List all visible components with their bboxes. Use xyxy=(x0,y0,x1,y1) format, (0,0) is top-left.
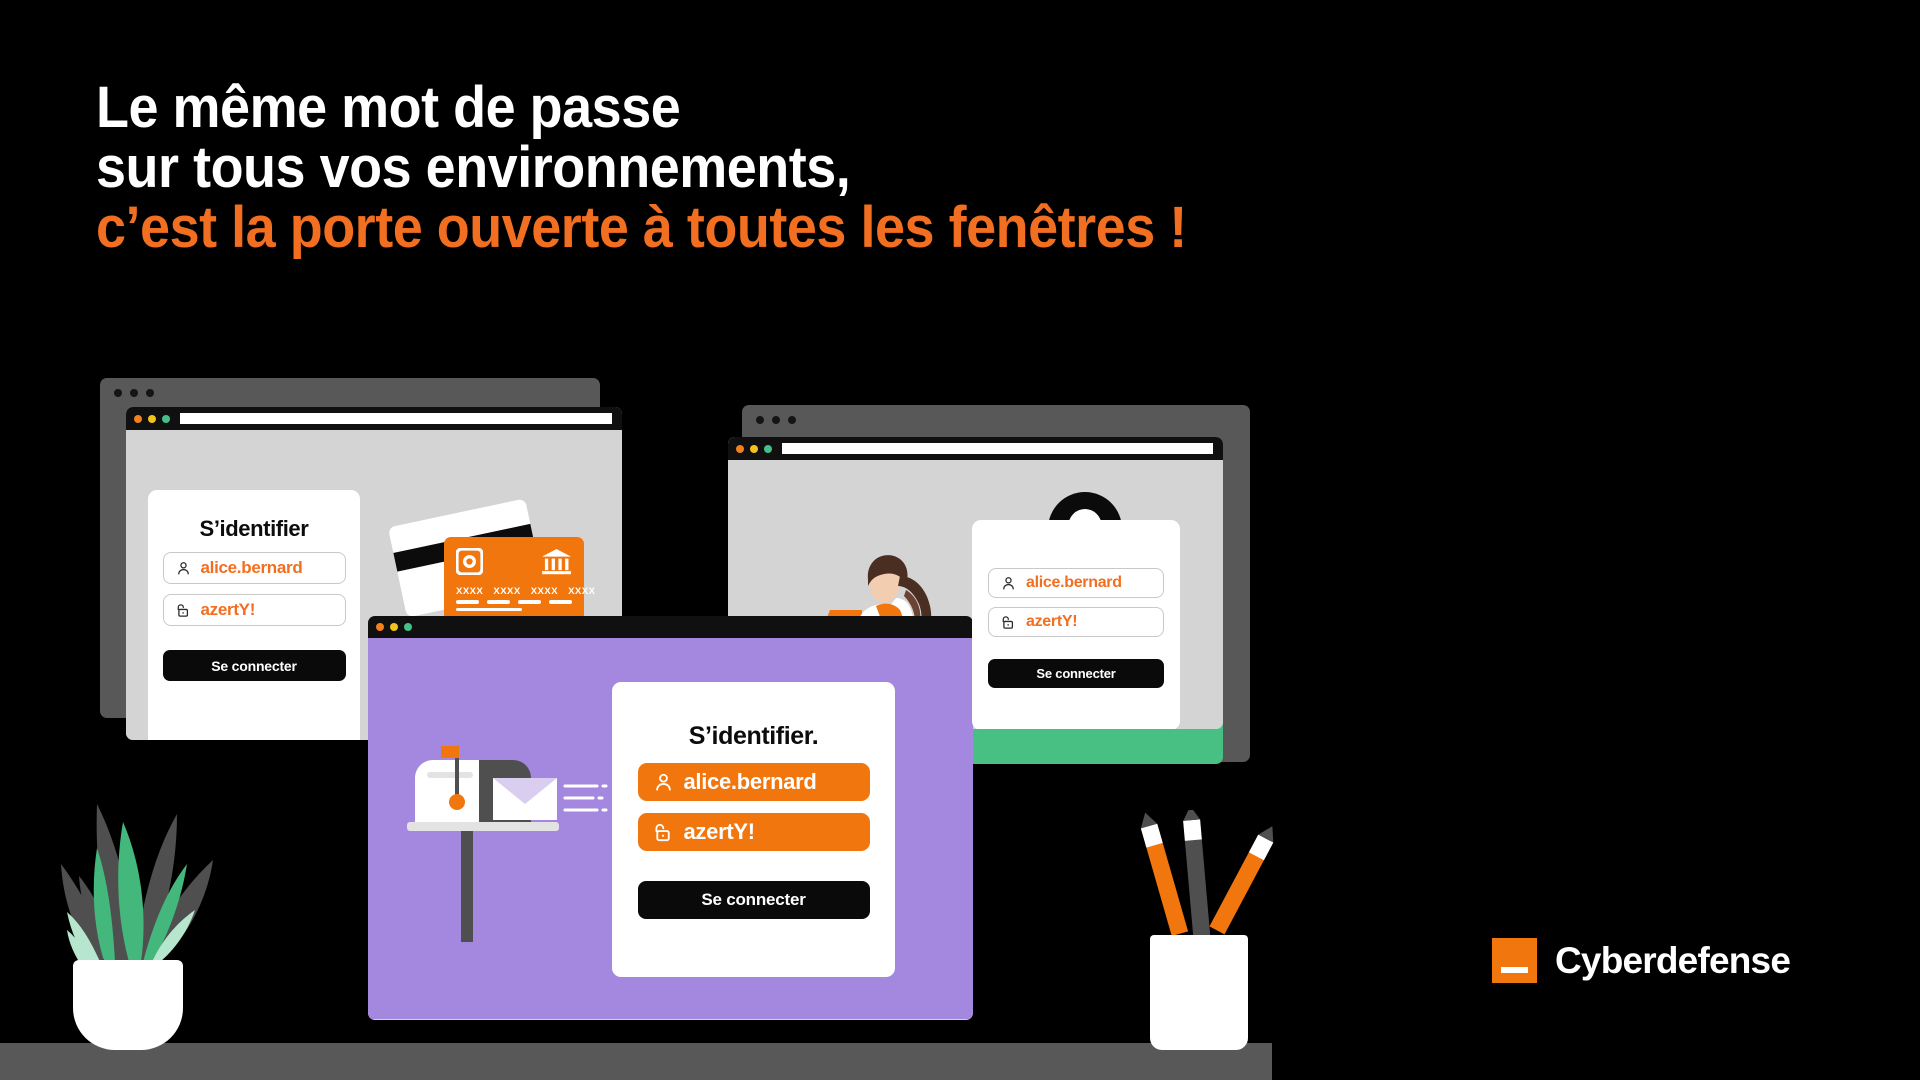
password-field-corporate[interactable]: azertY! xyxy=(988,607,1164,637)
credit-card-orange: XXXX XXXX XXXX XXXX xyxy=(444,537,595,625)
submit-button-mail[interactable]: Se connecter xyxy=(637,881,870,919)
window-mail-content: S’identifier. alice.bernard azertY! Se c… xyxy=(368,638,973,1019)
traffic-light-maximize-icon[interactable] xyxy=(404,623,412,631)
address-bar[interactable] xyxy=(782,443,1213,454)
orange-square-mark-icon xyxy=(1492,938,1537,983)
plant-pot xyxy=(73,960,183,1050)
page-title: Le même mot de passe sur tous vos enviro… xyxy=(96,78,1396,258)
mailbox-icon xyxy=(407,746,608,942)
pencil-cup xyxy=(1112,806,1302,1050)
card-number-group: XXXX xyxy=(568,586,596,597)
open-padlock-icon xyxy=(1002,615,1014,629)
chip-icon xyxy=(456,548,483,575)
traffic-light-close-icon[interactable] xyxy=(736,444,744,453)
username-field-corporate[interactable]: alice.bernard xyxy=(988,568,1164,598)
user-icon xyxy=(177,561,189,574)
window-mail-titlebar xyxy=(368,616,973,638)
window-dots-icon xyxy=(114,389,154,397)
bank-icon xyxy=(542,548,571,575)
login-title-bank: S’identifier xyxy=(199,516,309,541)
password-field-bank[interactable]: azertY! xyxy=(162,594,346,626)
user-icon xyxy=(1003,576,1014,589)
password-field-mail[interactable]: azertY! xyxy=(637,813,870,851)
login-title-mail: S’identifier. xyxy=(688,722,819,750)
login-card-mail: S’identifier. alice.bernard azertY! Se c… xyxy=(612,682,895,977)
potted-plant xyxy=(45,760,245,1050)
username-value-mail: alice.bernard xyxy=(683,769,817,794)
traffic-light-minimize-icon[interactable] xyxy=(148,414,156,423)
traffic-light-close-icon[interactable] xyxy=(376,623,384,631)
submit-button-corporate[interactable]: Se connecter xyxy=(988,659,1164,688)
password-value-corporate: azertY! xyxy=(1026,613,1078,630)
window-mail[interactable]: S’identifier. alice.bernard azertY! Se c… xyxy=(368,616,973,1020)
submit-button-bank[interactable]: Se connecter xyxy=(162,650,346,681)
brand-logo: Cyberdefense xyxy=(1492,938,1791,983)
user-icon xyxy=(655,773,671,791)
password-value-bank: azertY! xyxy=(200,600,256,619)
card-number-group: XXXX xyxy=(493,586,521,597)
window-dots-icon xyxy=(756,416,796,424)
login-card-corporate: alice.bernard azertY! Se connecter xyxy=(972,520,1180,729)
headline-line-3: c’est la porte ouverte à toutes les fenê… xyxy=(96,195,1187,260)
poster-canvas: Le même mot de passe sur tous vos enviro… xyxy=(0,0,1920,1080)
address-bar[interactable] xyxy=(180,413,612,424)
card-number-group: XXXX xyxy=(530,586,559,597)
card-number: XXXX XXXX XXXX XXXX xyxy=(456,586,595,597)
username-value-corporate: alice.bernard xyxy=(1026,574,1122,591)
card-detail-lines xyxy=(456,600,572,615)
username-field-bank[interactable]: alice.bernard xyxy=(162,552,346,584)
pencil-cup-body xyxy=(1150,935,1248,1050)
traffic-light-minimize-icon[interactable] xyxy=(390,623,398,631)
brand-name: Cyberdefense xyxy=(1555,939,1791,981)
password-value-mail: azertY! xyxy=(683,819,756,844)
logo-bar xyxy=(1501,967,1528,973)
username-field-mail[interactable]: alice.bernard xyxy=(637,763,870,801)
traffic-light-maximize-icon[interactable] xyxy=(162,414,170,423)
login-card-bank: S’identifier alice.bernard azertY! Se co… xyxy=(148,490,360,740)
username-value-bank: alice.bernard xyxy=(200,558,303,577)
headline-line-2: sur tous vos environnements, xyxy=(96,135,851,200)
window-corporate-titlebar xyxy=(728,437,1223,460)
open-padlock-icon xyxy=(654,823,670,841)
window-bank-titlebar xyxy=(126,407,622,430)
card-number-group: XXXX xyxy=(456,586,484,597)
traffic-light-minimize-icon[interactable] xyxy=(750,444,758,453)
open-padlock-icon xyxy=(177,603,188,617)
headline-line-1: Le même mot de passe xyxy=(96,75,681,140)
traffic-light-maximize-icon[interactable] xyxy=(764,444,772,453)
traffic-light-close-icon[interactable] xyxy=(134,414,142,423)
